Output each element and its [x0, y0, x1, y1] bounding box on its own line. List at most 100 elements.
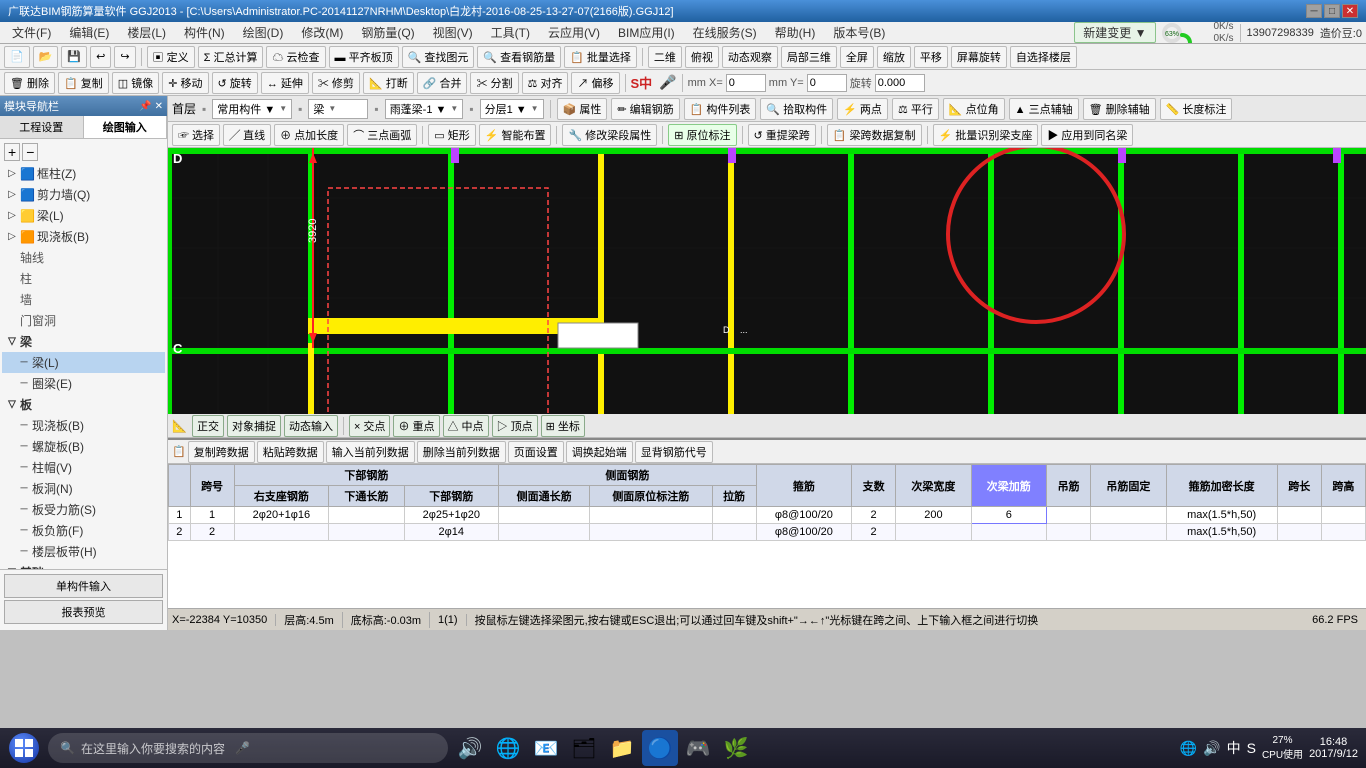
copy-span-data-btn[interactable]: 复制跨数据	[188, 441, 255, 463]
menu-online[interactable]: 在线服务(S)	[685, 22, 765, 43]
intersection-btn[interactable]: × 交点	[349, 415, 390, 437]
view-2d-btn[interactable]: 二维	[648, 46, 682, 68]
tab-settings[interactable]: 工程设置	[0, 116, 84, 138]
menu-edit[interactable]: 编辑(E)	[61, 22, 117, 43]
screen-rotate-btn[interactable]: 屏幕旋转	[951, 46, 1007, 68]
search-bar[interactable]: 🔍 在这里输入你要搜索的内容 🎤	[48, 733, 448, 763]
tree-item-slab-cat[interactable]: ▽ 板	[2, 394, 165, 415]
split-btn[interactable]: ✂ 分割	[470, 72, 518, 94]
tree-item-slab-top[interactable]: ▷ 🟧 现浇板(B)	[2, 226, 165, 247]
menu-file[interactable]: 文件(F)	[4, 22, 59, 43]
rect-btn[interactable]: ▭ 矩形	[428, 124, 475, 146]
del-col-data-btn[interactable]: 删除当前列数据	[417, 441, 506, 463]
tree-item-spiral-slab[interactable]: ─ 螺旋板(B)	[2, 436, 165, 457]
taskbar-app-1[interactable]: 🔊	[452, 730, 488, 766]
add-component-btn[interactable]: +	[4, 143, 20, 161]
taskbar-app-4[interactable]: 🗂	[566, 730, 602, 766]
mid-pt-btn[interactable]: △ 中点	[443, 415, 489, 437]
menu-component[interactable]: 构件(N)	[176, 22, 233, 43]
modify-beam-prop-btn[interactable]: 🔧 修改梁段属性	[562, 124, 657, 146]
tree-item-foundation[interactable]: ▽ 基础	[2, 562, 165, 569]
merge-btn[interactable]: 🔗 合并	[417, 72, 468, 94]
trim-btn[interactable]: ✂ 修剪	[312, 72, 360, 94]
line-btn[interactable]: ╱ 直线	[223, 124, 271, 146]
combo-type[interactable]: 梁	[308, 99, 368, 119]
single-component-btn[interactable]: 单构件输入	[4, 574, 163, 598]
start-button[interactable]	[4, 730, 44, 766]
copy-btn[interactable]: 📋 复制	[58, 72, 109, 94]
zoom-btn[interactable]: 缩放	[877, 46, 911, 68]
menu-cloud[interactable]: 云应用(V)	[540, 22, 608, 43]
tree-item-beam-cat[interactable]: ▽ 梁	[2, 331, 165, 352]
tab-draw[interactable]: 绘图输入	[84, 116, 168, 138]
y-input[interactable]	[807, 74, 847, 92]
select-floor-btn[interactable]: 自选择楼层	[1010, 46, 1077, 68]
apply-same-btn[interactable]: ▶ 应用到同名梁	[1041, 124, 1133, 146]
rotate-btn[interactable]: ↺ 旋转	[212, 72, 258, 94]
taskbar-app-2[interactable]: 🌐	[490, 730, 526, 766]
sidebar-pin-btn[interactable]: 📌 ✕	[139, 101, 163, 112]
menu-help[interactable]: 帮助(H)	[767, 22, 824, 43]
aux-axis-3pt-btn[interactable]: ▲ 三点辅轴	[1009, 98, 1079, 120]
tray-ime-s[interactable]: S	[1247, 740, 1256, 756]
align-slab-btn[interactable]: ▬ 平齐板顶	[329, 46, 399, 68]
pick-component-btn[interactable]: 🔍 拾取构件	[760, 98, 833, 120]
show-rebar-code-btn[interactable]: 显背钢筋代号	[635, 441, 713, 463]
origin-label-btn[interactable]: ⊞ 原位标注	[668, 124, 736, 146]
tree-item-window[interactable]: 门窗洞	[2, 310, 165, 331]
view-rebar-btn[interactable]: 🔍 查看钢筋量	[477, 46, 561, 68]
component-list-btn[interactable]: 📋 构件列表	[684, 98, 757, 120]
parallel-btn[interactable]: ⚖ 平行	[892, 98, 939, 120]
tree-item-column[interactable]: ▷ 🟦 框柱(Z)	[2, 163, 165, 184]
combo-layer[interactable]: 分层1 ▼	[480, 99, 544, 119]
del-aux-btn[interactable]: 🗑 删除辅轴	[1083, 98, 1156, 120]
menu-rebar[interactable]: 钢筋量(Q)	[353, 22, 422, 43]
undo-btn[interactable]: ↩	[90, 46, 111, 68]
length-mark-btn[interactable]: 📏 长度标注	[1160, 98, 1233, 120]
attr-btn[interactable]: 📦 属性	[557, 98, 608, 120]
menu-modify[interactable]: 修改(M)	[293, 22, 351, 43]
redraw-span-btn[interactable]: ↺ 重提梁跨	[748, 124, 816, 146]
open-btn[interactable]: 📂	[33, 46, 59, 68]
taskbar-app-6[interactable]: 🔵	[642, 730, 678, 766]
page-setup-btn[interactable]: 页面设置	[508, 441, 564, 463]
two-point-btn[interactable]: ⚡ 两点	[837, 98, 888, 120]
new-btn[interactable]: 📄	[4, 46, 30, 68]
td-sec-added-1[interactable]: 6	[971, 507, 1046, 524]
heavy-pt-btn[interactable]: ⊕ 重点	[393, 415, 439, 437]
tree-item-shearwall[interactable]: ▷ 🟦 剪力墙(Q)	[2, 184, 165, 205]
tree-item-col[interactable]: 柱	[2, 268, 165, 289]
mirror-btn[interactable]: ◫ 镜像	[112, 72, 159, 94]
combo-rain-beam[interactable]: 雨蓬梁-1 ▼	[385, 99, 464, 119]
mic-btn[interactable]: 🎤	[659, 74, 676, 91]
tree-item-axis[interactable]: 轴线	[2, 247, 165, 268]
partial-3d-btn[interactable]: 局部三维	[781, 46, 837, 68]
cloud-check-btn[interactable]: ☁ 云检查	[266, 46, 325, 68]
menu-view[interactable]: 视图(V)	[425, 22, 481, 43]
tree-item-neg-rebar[interactable]: ─ 板负筋(F)	[2, 520, 165, 541]
tree-item-cast-slab[interactable]: ─ 现浇板(B)	[2, 415, 165, 436]
fullscreen-btn[interactable]: 全屏	[840, 46, 874, 68]
edit-rebar-btn[interactable]: ✏ 编辑钢筋	[611, 98, 679, 120]
tree-item-ring-beam[interactable]: ─ 圈梁(E)	[2, 373, 165, 394]
tree-item-wall[interactable]: 墙	[2, 289, 165, 310]
tree-item-col-cap[interactable]: ─ 柱帽(V)	[2, 457, 165, 478]
input-col-data-btn[interactable]: 输入当前列数据	[326, 441, 415, 463]
menu-version[interactable]: 版本号(B)	[825, 22, 893, 43]
canvas-area[interactable]: 3920 1400 2680 D C	[168, 148, 1366, 414]
tray-ime-zh[interactable]: 中	[1227, 738, 1241, 758]
redo-btn[interactable]: ↪	[114, 46, 135, 68]
minimize-btn[interactable]: ─	[1306, 4, 1322, 18]
offset-btn[interactable]: ↗ 偏移	[571, 72, 619, 94]
close-btn[interactable]: ✕	[1342, 4, 1358, 18]
s-btn[interactable]: S中	[631, 73, 653, 92]
smart-btn[interactable]: ⚡ 智能布置	[479, 124, 552, 146]
maximize-btn[interactable]: □	[1324, 4, 1340, 18]
rotate-input[interactable]	[875, 74, 925, 92]
find-element-btn[interactable]: 🔍 查找图元	[402, 46, 475, 68]
break-btn[interactable]: 📐 打断	[363, 72, 414, 94]
calc-btn[interactable]: Σ 汇总计算	[198, 46, 264, 68]
report-preview-btn[interactable]: 报表预览	[4, 600, 163, 624]
point-angle-btn[interactable]: 📐 点位角	[943, 98, 1005, 120]
taskbar-app-5[interactable]: 📁	[604, 730, 640, 766]
